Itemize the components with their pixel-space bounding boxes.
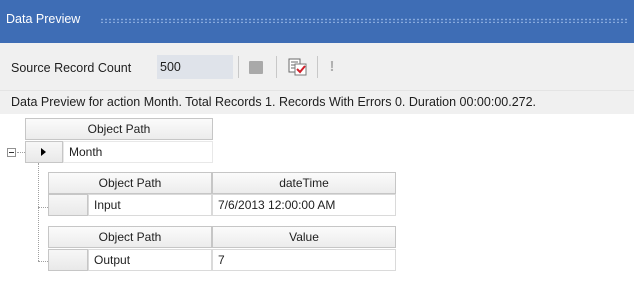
value-cell[interactable]: 7: [212, 249, 396, 271]
source-record-count-input[interactable]: [157, 55, 233, 79]
column-header-value[interactable]: Value: [212, 226, 396, 248]
row-selector[interactable]: [48, 194, 88, 216]
tree-line: [17, 152, 25, 153]
object-path-cell[interactable]: Input: [88, 194, 212, 216]
datetime-cell[interactable]: 7/6/2013 12:00:00 AM: [212, 194, 396, 216]
tree-line: [38, 163, 39, 261]
column-header-object-path[interactable]: Object Path: [25, 118, 213, 140]
row-selector[interactable]: [25, 141, 63, 163]
tree-line: [38, 261, 48, 262]
window-title: Data Preview: [6, 12, 81, 26]
root-row-value[interactable]: Month: [63, 141, 213, 163]
title-bar: Data Preview: [0, 0, 634, 43]
exclamation-icon[interactable]: !: [327, 57, 337, 77]
data-grid: Object Path Month Object Path dateTime I…: [0, 114, 634, 287]
column-header-object-path[interactable]: Object Path: [48, 226, 212, 248]
current-row-arrow-icon: [41, 148, 46, 156]
object-path-cell[interactable]: Output: [88, 249, 212, 271]
tree-line: [38, 207, 48, 208]
toolbar-separator: [276, 56, 277, 78]
toolbar-separator: [238, 56, 239, 78]
status-text: Data Preview for action Month. Total Rec…: [11, 95, 537, 109]
stop-icon[interactable]: [249, 61, 263, 74]
column-header-datetime[interactable]: dateTime: [212, 172, 396, 194]
toolbar: Source Record Count !: [0, 43, 634, 91]
toolbar-separator: [317, 56, 318, 78]
column-header-object-path[interactable]: Object Path: [48, 172, 212, 194]
title-grip[interactable]: [100, 18, 628, 23]
preview-document-check-icon[interactable]: [287, 57, 309, 77]
row-selector[interactable]: [48, 249, 88, 271]
source-record-count-label: Source Record Count: [11, 61, 132, 75]
status-line: Data Preview for action Month. Total Rec…: [0, 91, 634, 114]
collapse-icon[interactable]: [7, 148, 16, 157]
